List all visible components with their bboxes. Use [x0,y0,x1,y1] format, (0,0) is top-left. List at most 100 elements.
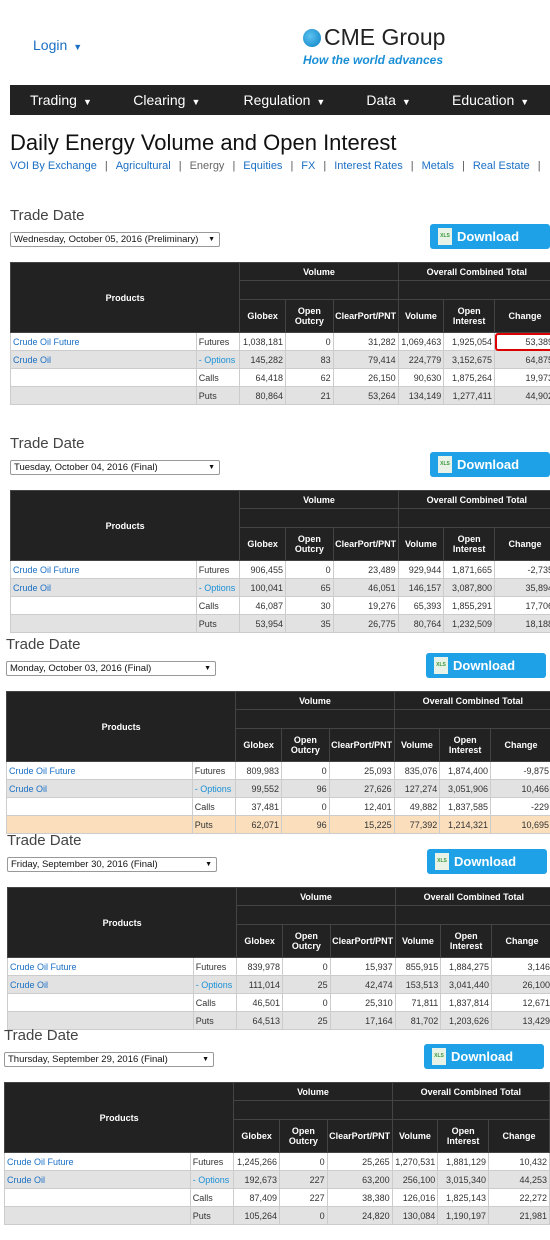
trade-date-select[interactable]: Monday, October 03, 2016 (Final) ▼ [6,661,216,676]
product-link[interactable]: Crude Oil Future [10,332,197,351]
cell-value: 96 [281,779,330,798]
cell-value: -229 [490,797,550,816]
cell-value: 929,944 [397,560,445,579]
table-row: Crude Oil - Options 192,673 227 63,200 256,10… [4,1170,550,1189]
trade-date-value: Friday, September 30, 2016 (Final) [11,859,158,870]
cell-value: 192,673 [233,1170,280,1189]
trade-date-select[interactable]: Friday, September 30, 2016 (Final) ▼ [7,857,217,872]
category-link[interactable]: VOI By Exchange [10,160,97,172]
download-data-button[interactable]: XLS Download Data [426,653,546,698]
nav-trading[interactable]: Trading ▼ [10,85,113,115]
cell-value: 3,152,675 [443,350,496,369]
product-link [10,596,197,615]
cell-value: 224,779 [397,350,445,369]
cell-value: 153,513 [394,975,442,994]
table-row: Crude Oil Future Futures 839,978 0 15,937 855… [7,957,550,976]
volume-group-header: Volume [236,887,396,906]
trade-date-value: Monday, October 03, 2016 (Final) [10,663,152,674]
column-header: Globex [236,924,283,958]
product-link [7,993,194,1012]
product-type[interactable]: - Options [195,578,241,597]
product-link [10,386,197,405]
cell-value: 10,695 [490,815,550,834]
cell-value: 90,630 [397,368,445,387]
nav-clearing[interactable]: Clearing ▼ [113,85,223,115]
volume-oi-table: Products Volume Overall Combined Total G… [9,490,550,633]
product-type: Calls [195,368,241,387]
cell-value: 49,882 [393,797,441,816]
trade-date-select[interactable]: Thursday, September 29, 2016 (Final) ▼ [4,1052,214,1067]
product-link[interactable]: Crude Oil Future [6,761,193,780]
download-data-button[interactable]: XLS Download Data [430,452,550,497]
cell-value: 19,973 [494,368,550,387]
cme-logo[interactable]: CME Group How the world advances [303,24,445,67]
column-header: Open Interest [443,299,496,333]
product-type: Puts [191,815,237,834]
trade-date-select[interactable]: Wednesday, October 05, 2016 (Preliminary… [10,232,220,247]
nav-regulation[interactable]: Regulation ▼ [223,85,346,115]
cell-value: 25,265 [326,1152,393,1171]
nav-data[interactable]: Data ▼ [346,85,432,115]
table-row: Crude Oil - Options 111,014 25 42,474 153,513… [7,975,550,994]
cell-value: 256,100 [391,1170,439,1189]
main-nav: Trading ▼ Clearing ▼ Regulation ▼ Data ▼ Edu… [10,85,550,115]
category-link[interactable]: Equities [243,160,282,172]
trade-date-label: Trade Date [7,832,82,849]
cell-value: 145,282 [239,350,286,369]
overall-group-header: Overall Combined Total [394,887,550,906]
product-link[interactable]: Crude Oil [7,975,194,994]
table-row: Calls 87,409 227 38,380 126,016 1,825,143 22,2… [4,1188,550,1207]
product-type: Calls [195,596,241,615]
category-link[interactable]: FX [301,160,315,172]
separator: | [290,160,294,172]
category-link[interactable]: Energy [190,160,225,172]
cell-value: 46,051 [332,578,399,597]
volume-group-header: Volume [239,490,399,509]
nav-education[interactable]: Education ▼ [432,85,550,115]
category-link[interactable]: Metals [422,160,454,172]
cell-value: 1,925,054 [443,332,496,351]
column-header: Open Outcry [285,299,334,333]
table-row: Calls46,0873019,27665,3931,855,29117,706 [10,596,550,615]
cell-value: 809,983 [235,761,282,780]
trade-date-value: Wednesday, October 05, 2016 (Preliminary… [14,234,199,245]
category-link[interactable]: Real Estate [473,160,530,172]
cell-value: 64,875 [494,350,550,369]
trade-date-select[interactable]: Tuesday, October 04, 2016 (Final) ▼ [10,460,220,475]
cell-value: 1,190,197 [437,1206,490,1225]
download-data-button[interactable]: XLS Download Data [424,1044,544,1089]
product-type[interactable]: - Options [192,975,238,994]
cell-value: 3,041,440 [440,975,493,994]
column-header: ClearPort/PNT [326,1119,393,1153]
trade-date-label: Trade Date [4,1027,79,1044]
category-link[interactable]: Interest Rates [334,160,402,172]
product-link[interactable]: Crude Oil Future [4,1152,191,1171]
cell-value: 0 [279,1152,328,1171]
product-type[interactable]: - Options [191,779,237,798]
table-row: Puts80,8642153,264134,1491,277,41144,902 [10,386,550,405]
download-data-button[interactable]: XLS Download Data [427,849,547,894]
product-type[interactable]: - Options [195,350,241,369]
table-row: Crude Oil Future Futures 809,983 0 25,093 835… [6,761,550,780]
product-type[interactable]: - Options [189,1170,235,1189]
product-type: Futures [192,957,238,976]
cell-value: 64,418 [239,368,286,387]
cell-value: 35 [285,614,334,633]
login-menu[interactable]: Login ▼ [33,37,82,53]
product-link[interactable]: Crude Oil Future [10,560,197,579]
column-header: Change [488,1119,550,1153]
product-link[interactable]: Crude Oil Future [7,957,194,976]
product-link[interactable]: Crude Oil [10,578,197,597]
table-row: Calls 46,501 0 25,310 71,811 1,837,814 12,671 [7,993,550,1012]
category-link[interactable]: Agricultural [116,160,171,172]
product-link[interactable]: Crude Oil [4,1170,191,1189]
separator: | [323,160,327,172]
cell-value: 227 [279,1170,328,1189]
product-link[interactable]: Crude Oil [10,350,197,369]
dropdown-arrow-icon: ▼ [204,665,211,672]
cell-value: 1,277,411 [443,386,496,405]
overall-group-header: Overall Combined Total [397,490,550,509]
product-link[interactable]: Crude Oil [6,779,193,798]
product-link [10,368,197,387]
download-data-button[interactable]: XLS Download Data [430,224,550,269]
